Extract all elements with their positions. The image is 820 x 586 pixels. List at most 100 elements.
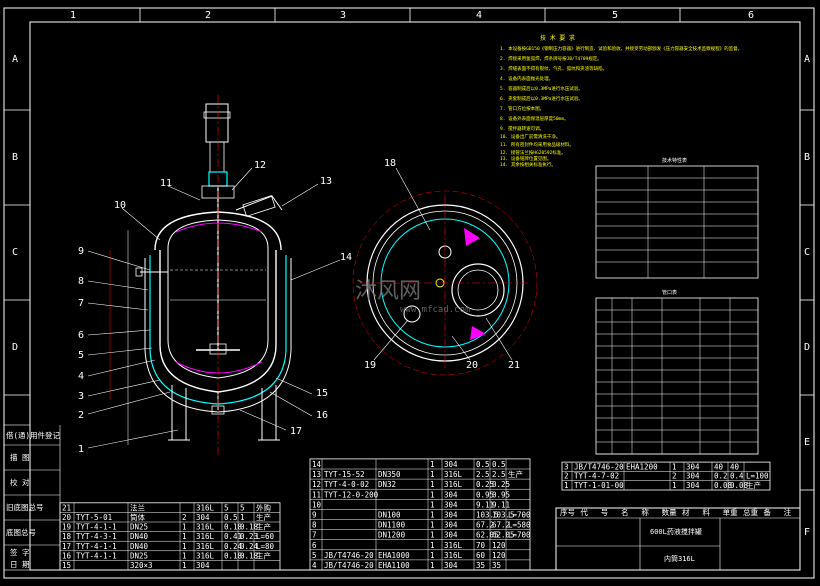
bom-left-cell-unit: 5 bbox=[224, 503, 229, 512]
bom-left-cell-note: 生产 bbox=[256, 550, 271, 560]
bom-left-cell-name: DN25 bbox=[130, 551, 148, 560]
bom-mid-cell-total: 2.5 bbox=[492, 470, 506, 479]
callout-11: 11 bbox=[160, 178, 172, 189]
grid-left-C: C bbox=[12, 247, 18, 258]
bom-left-cell-no: 17 bbox=[62, 542, 71, 551]
grid-top-1: 1 bbox=[70, 10, 76, 21]
bom-mid-cell-material: 304 bbox=[444, 561, 458, 570]
grid-left-A: A bbox=[12, 54, 18, 65]
bom-left-cell-material: 316L bbox=[196, 523, 215, 532]
bom-mid-cell-qty: 1 bbox=[430, 521, 435, 530]
bom-mid-cell-no: 6 bbox=[312, 541, 317, 550]
title-name: 600L药液搅拌罐 bbox=[650, 527, 702, 536]
grid-right-D: D bbox=[804, 342, 810, 353]
tech-note-9: 9. 搅拌器转速可调。 bbox=[500, 125, 544, 132]
callout-2: 2 bbox=[78, 410, 84, 421]
tech-note-2: 2. 焊接采用氩弧焊，焊条牌号按JB/T4709规定。 bbox=[500, 55, 602, 62]
tech-note-5: 5. 容器制成后以0.3MPa进行水压试验。 bbox=[500, 85, 583, 92]
bom-mid-cell-total: 9.11 bbox=[492, 500, 510, 509]
bom-left-cell-note: 外购 bbox=[256, 502, 271, 512]
bom-left-cell-name: DN40 bbox=[130, 532, 149, 541]
bom-mid-cell-material: 304 bbox=[444, 521, 458, 530]
bom-left-cell-no: 19 bbox=[62, 523, 71, 532]
bom-mid-cell-code: JB/T4746-20 bbox=[324, 551, 374, 560]
title-header-cell: 注 bbox=[784, 507, 792, 517]
bom-left-cell-total: 1 bbox=[240, 513, 245, 522]
title-header-cell: 单重 bbox=[723, 507, 738, 517]
title-header-cell: 材 bbox=[682, 507, 690, 517]
bom-right-cell-code: JB/T4746-20 bbox=[574, 462, 624, 471]
bom-left-cell-material: 316L bbox=[196, 551, 215, 560]
grid-left-D: D bbox=[12, 342, 18, 353]
bom-right-cell-unit: 40 bbox=[714, 462, 724, 471]
bom-left-cell-no: 16 bbox=[62, 551, 72, 560]
callout-5: 5 bbox=[78, 350, 84, 361]
bom-mid-cell-note: L=700 bbox=[508, 511, 531, 520]
bom-mid-cell-material: 316L bbox=[444, 551, 463, 560]
callout-12: 12 bbox=[254, 160, 266, 171]
bom-left-cell-material: 316L bbox=[196, 532, 215, 541]
callout-6: 6 bbox=[78, 330, 84, 341]
bom-right-cell-no: 1 bbox=[564, 481, 569, 490]
bom-mid-cell-qty: 1 bbox=[430, 541, 435, 550]
grid-right-B: B bbox=[804, 152, 810, 163]
bom-mid-cell-no: 10 bbox=[312, 500, 322, 509]
title-header-cell: 代 bbox=[580, 507, 588, 517]
bom-left-cell-no: 21 bbox=[62, 503, 71, 512]
bom-left-cell-total: 5 bbox=[240, 503, 245, 512]
bom-right-cell-total: 0.4 bbox=[730, 472, 744, 481]
bom-right-cell-no: 2 bbox=[564, 472, 569, 481]
bom-left-cell-note: L=60 bbox=[256, 532, 275, 541]
tech-note-12: 12. 接管法兰按HG20592标准。 bbox=[500, 149, 566, 156]
tech-note-3: 3. 焊缝表面不得有裂纹、气孔、弧坑和夹渣等缺陷。 bbox=[500, 65, 607, 72]
bom-right-cell-qty: 1 bbox=[672, 481, 677, 490]
bom-left-cell-name: 法兰 bbox=[130, 502, 145, 512]
bom-mid-cell-total: 0.5 bbox=[492, 460, 506, 469]
bom-mid-cell-material: 304 bbox=[444, 500, 458, 509]
bom-left-cell-qty: 1 bbox=[182, 551, 187, 560]
callout-9: 9 bbox=[78, 246, 84, 257]
bom-mid-cell-name: EHA1100 bbox=[378, 561, 410, 570]
bom-mid-cell-total: 0.95 bbox=[492, 490, 510, 499]
bom-mid-cell-material: 316L bbox=[444, 541, 463, 550]
bom-mid-cell-no: 12 bbox=[312, 480, 321, 489]
bom-mid-cell-qty: 1 bbox=[430, 460, 435, 469]
bom-left-cell-code: TYT-4-1-1 bbox=[76, 542, 117, 551]
bom-right-cell-no: 3 bbox=[564, 462, 569, 471]
bom-mid-cell-no: 5 bbox=[312, 551, 317, 560]
callout-20: 20 bbox=[466, 360, 478, 371]
bom-mid-cell-qty: 1 bbox=[430, 561, 435, 570]
bom-mid-cell-unit: 35 bbox=[476, 561, 485, 570]
bom-right-cell-code: TYT-1-01-00 bbox=[574, 481, 624, 490]
bom-left-cell-name: 筒体 bbox=[130, 512, 145, 522]
bom-left-cell-material: 304 bbox=[196, 561, 210, 570]
bom-mid-cell-total: 120 bbox=[492, 551, 506, 560]
callout-14: 14 bbox=[340, 252, 352, 263]
callout-4: 4 bbox=[78, 371, 84, 382]
callout-13: 13 bbox=[320, 176, 332, 187]
bom-left-cell-qty: 1 bbox=[182, 532, 187, 541]
bom-mid-cell-qty: 1 bbox=[430, 480, 435, 489]
grid-left-B: B bbox=[12, 152, 18, 163]
bom-mid-cell-material: 316L bbox=[444, 470, 463, 479]
title-header-cell: 数量 bbox=[662, 507, 677, 517]
bom-left-cell-no: 15 bbox=[62, 561, 71, 570]
bom-mid-cell-code: TYT-15-52 bbox=[324, 470, 365, 479]
grid-top-2: 2 bbox=[205, 10, 211, 21]
side-label-1: 描 图 bbox=[10, 452, 30, 462]
bom-mid-cell-no: 4 bbox=[312, 561, 317, 570]
bom-left-cell-note: 生产 bbox=[256, 512, 271, 522]
bom-left-cell-code: TYT-5-01 bbox=[76, 513, 112, 522]
bom-right-cell-note: L=100 bbox=[746, 472, 769, 481]
bom-mid-cell-qty: 1 bbox=[430, 490, 435, 499]
bom-right-cell-material: 304 bbox=[686, 472, 700, 481]
grid-right-C: C bbox=[804, 247, 810, 258]
grid-top-5: 5 bbox=[612, 10, 618, 21]
bom-mid-cell-unit: 2.5 bbox=[476, 470, 490, 479]
bom-left-cell-qty: 2 bbox=[182, 513, 187, 522]
bom-left-cell-qty: 1 bbox=[182, 561, 187, 570]
bom-mid-cell-no: 7 bbox=[312, 531, 317, 540]
bom-mid-cell-qty: 1 bbox=[430, 500, 435, 509]
tech-note-8: 8. 设备外表面保温层厚度50mm。 bbox=[500, 115, 568, 122]
side-label-0: 借(通)用件登记 bbox=[6, 430, 61, 440]
